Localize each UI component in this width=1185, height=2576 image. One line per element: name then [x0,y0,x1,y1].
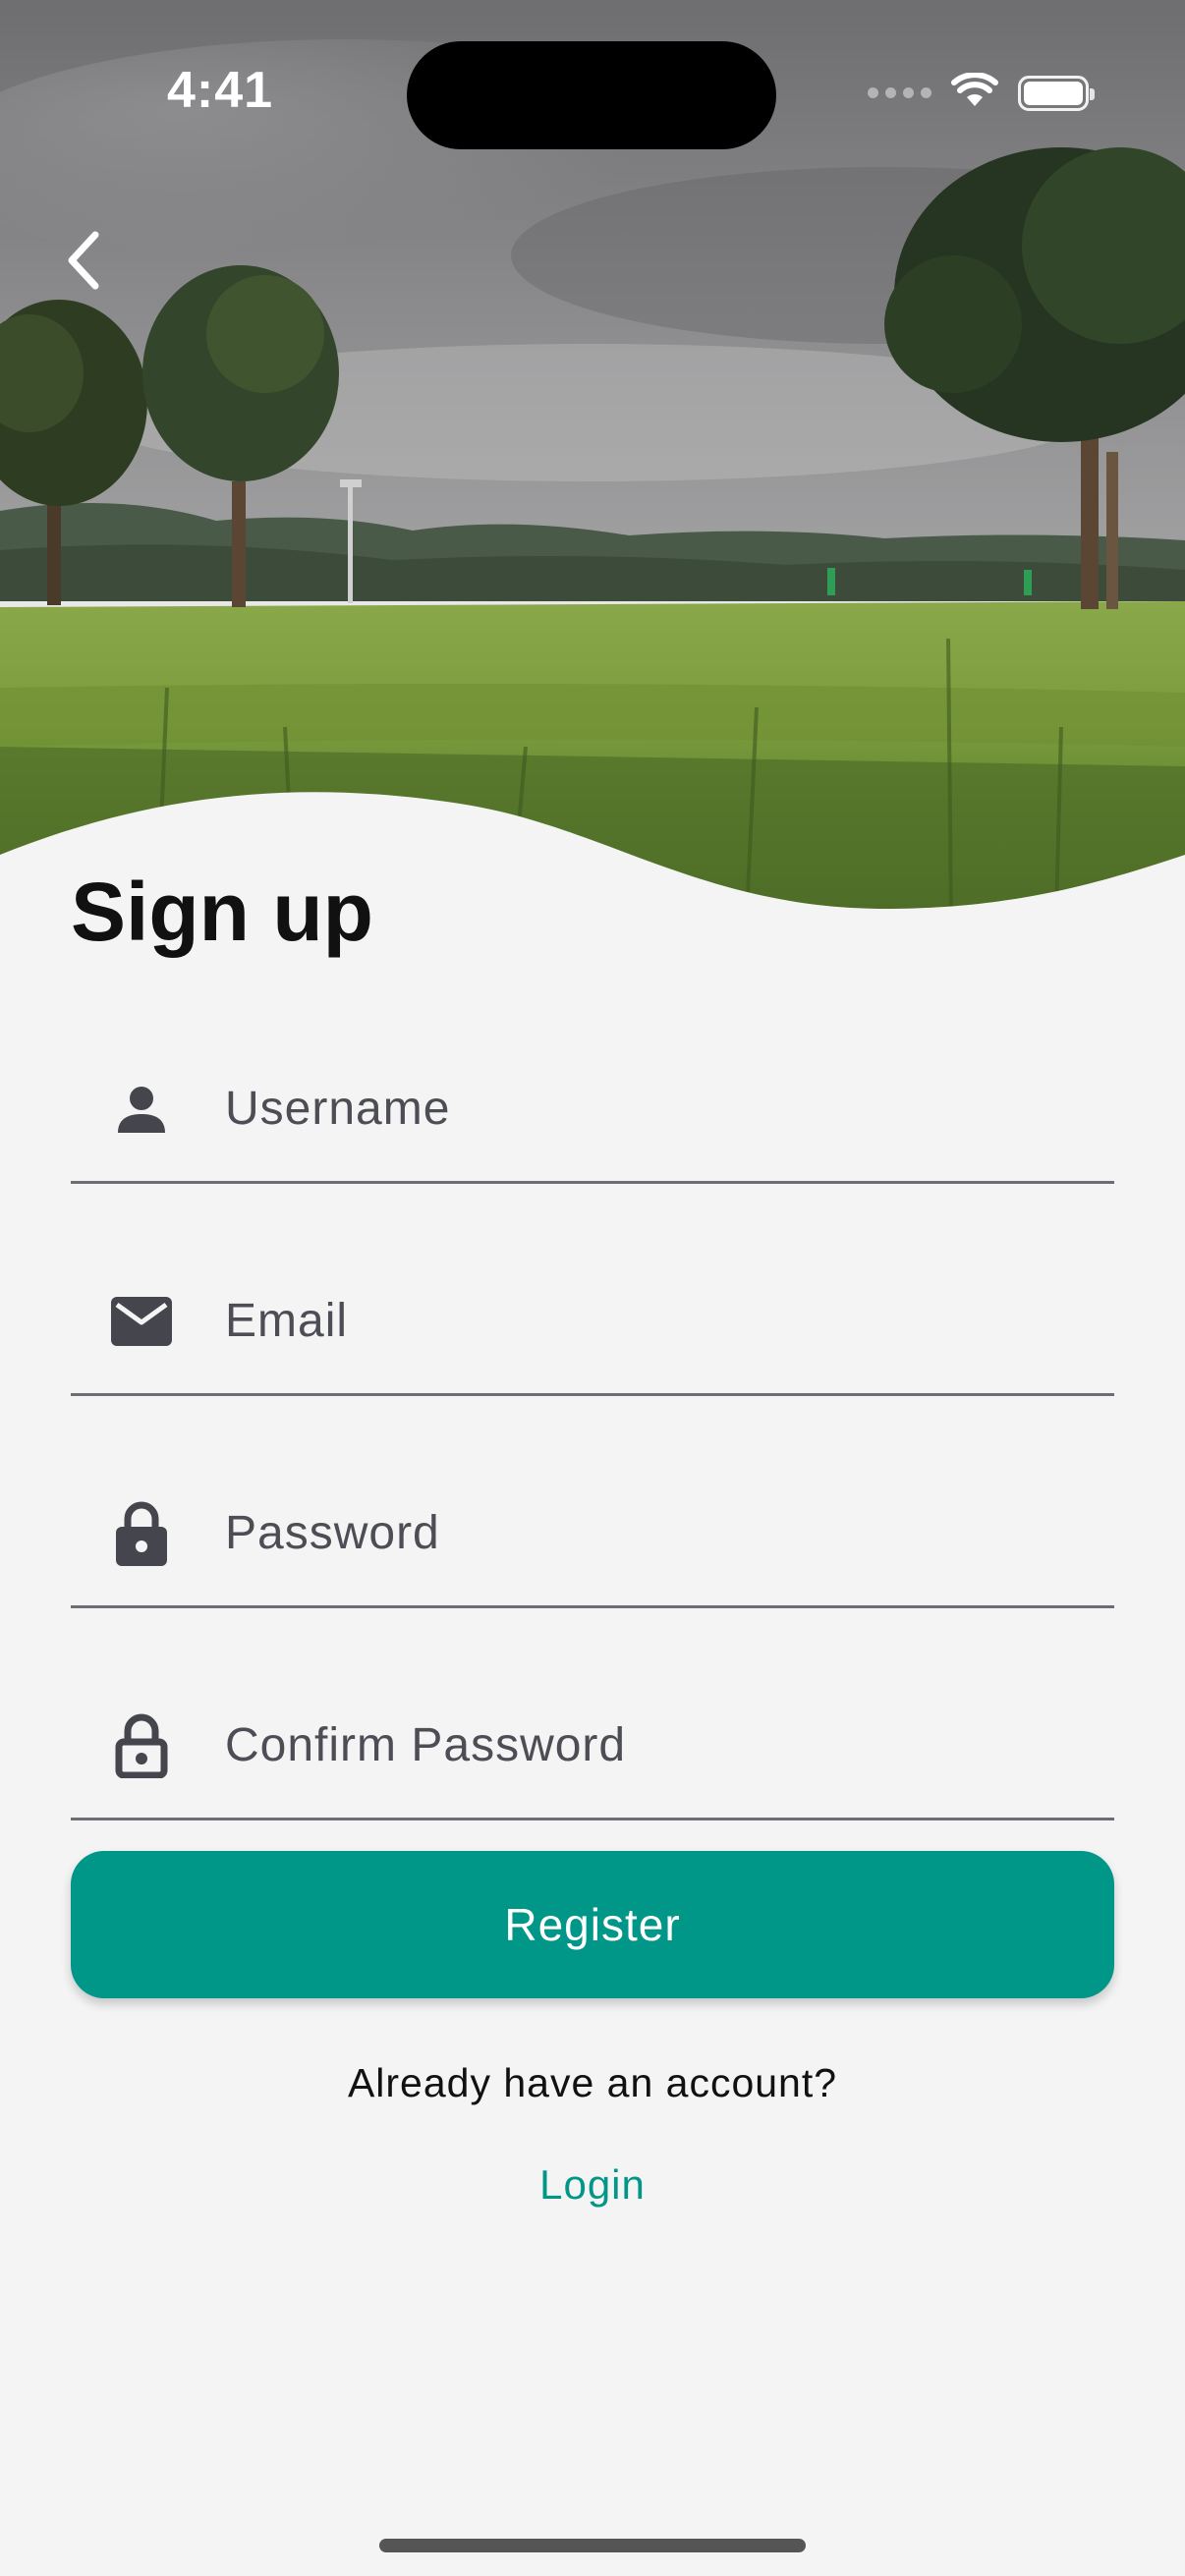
confirm-password-field [71,1673,1114,1820]
page-title: Sign up [71,866,373,958]
register-button[interactable]: Register [71,1851,1114,1998]
confirm-password-input[interactable] [225,1673,1090,1818]
username-field [71,1036,1114,1184]
email-input[interactable] [225,1249,1090,1393]
lock-outline-icon [106,1710,177,1781]
status-time: 4:41 [167,62,274,119]
person-icon [106,1074,177,1145]
username-input[interactable] [225,1036,1090,1181]
password-input[interactable] [225,1461,1090,1605]
dynamic-island [407,41,776,149]
wifi-icon [951,72,998,113]
login-link[interactable]: Login [494,2150,691,2220]
password-field [71,1461,1114,1608]
account-prompt: Already have an account? [347,2060,838,2105]
chevron-left-icon [64,229,103,297]
lock-icon [106,1498,177,1569]
mail-icon [106,1286,177,1357]
signal-icon [868,87,931,98]
signup-screen: 4:41 Sign up Username Email Register Alr… [0,0,1185,2576]
status-icons [868,72,1095,113]
home-indicator[interactable] [379,2539,806,2552]
back-button[interactable] [51,218,116,307]
email-field [71,1249,1114,1396]
battery-icon [1018,75,1095,111]
